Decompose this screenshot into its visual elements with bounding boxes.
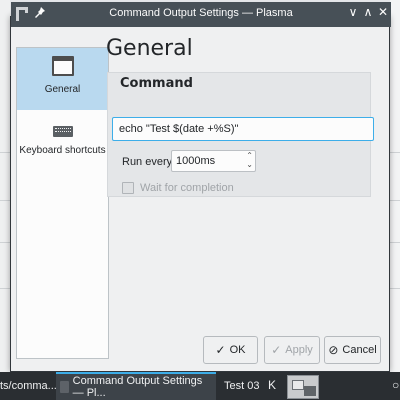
task-item-active[interactable]: Command Output Settings — Pl... xyxy=(56,372,216,400)
ok-button[interactable]: ✓ OK xyxy=(203,336,258,364)
maximize-button[interactable]: ∧ xyxy=(361,5,375,19)
chevron-up-icon[interactable]: ⌃ xyxy=(246,151,253,160)
task-label: ts/comma... xyxy=(0,380,57,392)
cancel-label: Cancel xyxy=(342,344,377,356)
window-icon xyxy=(60,381,69,393)
window-icon xyxy=(51,56,74,76)
spin-arrows[interactable]: ⌃ ⌄ xyxy=(246,151,253,169)
apply-button[interactable]: ✓ Apply xyxy=(264,336,320,364)
check-icon: ✓ xyxy=(215,343,226,357)
cancel-button[interactable]: ⊘ Cancel xyxy=(324,336,381,364)
task-item[interactable]: Test 03 xyxy=(224,372,266,400)
cancel-icon: ⊘ xyxy=(328,343,339,357)
pager-thumbnail[interactable] xyxy=(287,375,319,399)
task-item[interactable]: ts/comma... xyxy=(0,372,57,400)
sidebar-item-general[interactable]: General xyxy=(17,48,108,110)
desktop-right-strip xyxy=(390,0,400,372)
command-input[interactable] xyxy=(112,117,374,141)
kde-icon[interactable]: K xyxy=(268,378,276,392)
check-icon: ✓ xyxy=(271,343,282,357)
chevron-down-icon[interactable]: ⌄ xyxy=(246,160,253,169)
taskbar: ts/comma... Command Output Settings — Pl… xyxy=(0,372,400,400)
page-title: General xyxy=(106,36,193,61)
run-every-label: Run every xyxy=(122,156,173,168)
task-label: Command Output Settings — Pl... xyxy=(72,375,203,399)
sidebar-item-label: General xyxy=(44,84,81,95)
minimize-button[interactable]: ∨ xyxy=(346,5,360,19)
window-title: Command Output Settings — Plasma xyxy=(109,7,293,19)
sidebar-item-keyboard-shortcuts[interactable]: Keyboard shortcuts xyxy=(17,118,108,168)
wait-checkbox[interactable] xyxy=(122,182,134,194)
ok-label: OK xyxy=(229,344,246,356)
tray-icon[interactable]: ○ xyxy=(392,378,399,392)
title-bar[interactable]: Command Output Settings — Plasma ∨ ∧ ✕ xyxy=(11,2,391,27)
sidebar-item-label: Keyboard shortcuts xyxy=(19,145,106,156)
interval-spinbox[interactable]: 1000ms ⌃ ⌄ xyxy=(171,150,256,172)
sidebar: General Keyboard shortcuts xyxy=(16,47,109,359)
interval-value: 1000ms xyxy=(176,155,216,167)
apply-label: Apply xyxy=(285,344,313,356)
wait-label: Wait for completion xyxy=(140,182,234,194)
close-button[interactable]: ✕ xyxy=(376,5,390,19)
keyboard-icon xyxy=(52,126,73,137)
group-title: Command xyxy=(120,76,193,91)
task-label: Test 03 xyxy=(224,380,260,392)
desktop-left-strip xyxy=(0,0,10,372)
